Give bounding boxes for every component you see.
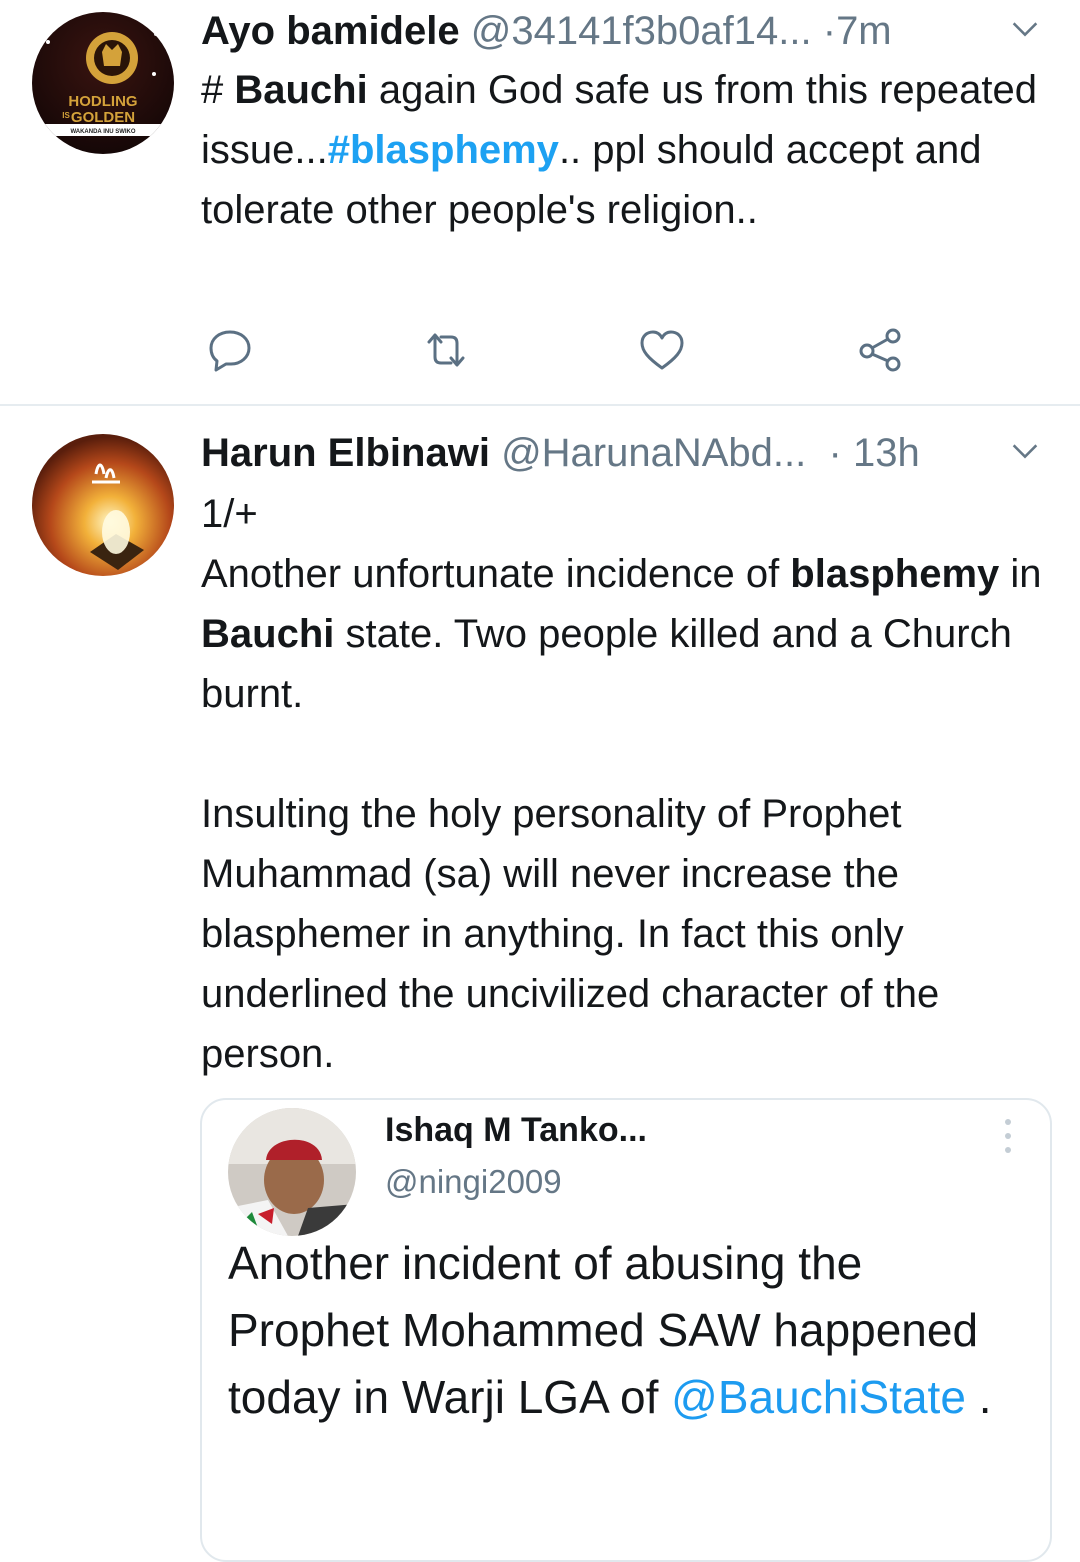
quoted-text-part: . bbox=[965, 1371, 992, 1423]
author-handle[interactable]: @34141f3b0af14... bbox=[471, 9, 812, 53]
tweet-text: # Bauchi again God safe us from this rep… bbox=[201, 60, 1050, 240]
timestamp[interactable]: 7m bbox=[836, 9, 892, 53]
reply-icon[interactable] bbox=[204, 324, 256, 376]
avatar[interactable]: HODLING GOLDEN IS WAKANDA INU SWIKO bbox=[32, 12, 174, 154]
tweet-paragraph: Insulting the holy personality of Prophe… bbox=[201, 792, 940, 1076]
share-icon[interactable] bbox=[855, 324, 907, 376]
tweet-paragraph: Another unfortunate incidence of blasphe… bbox=[201, 544, 1050, 724]
chevron-down-icon[interactable] bbox=[1008, 12, 1042, 46]
tweet-header: Harun Elbinawi @HarunaNAbd... · 13h bbox=[201, 430, 1050, 476]
quoted-tweet-text: Another incident of abusing the Prophet … bbox=[228, 1230, 1010, 1431]
author-handle[interactable]: @HarunaNAbd... bbox=[501, 431, 806, 475]
timestamp[interactable]: 13h bbox=[853, 431, 920, 475]
retweet-icon[interactable] bbox=[420, 324, 472, 376]
hashtag-link[interactable]: #blasphemy bbox=[328, 128, 559, 172]
separator-dot: · bbox=[822, 9, 837, 53]
tweet-text-part: Another unfortunate incidence of bbox=[201, 552, 791, 596]
like-icon[interactable] bbox=[636, 324, 688, 376]
tweet-header: Ayo bamidele @34141f3b0af14... ·7m bbox=[201, 8, 1050, 54]
thread-counter: 1/+ bbox=[201, 492, 258, 536]
avatar-logo-text-3: IS bbox=[62, 111, 70, 120]
more-options-icon[interactable] bbox=[998, 1112, 1018, 1160]
tweet[interactable]: Harun Elbinawi @HarunaNAbd... · 13h 1/+ … bbox=[0, 406, 1080, 1562]
avatar-logo-banner: WAKANDA INU SWIKO bbox=[70, 129, 135, 135]
tweet-actions bbox=[0, 324, 1080, 380]
quoted-author-name[interactable]: Ishaq M Tanko... bbox=[385, 1108, 647, 1152]
author-name[interactable]: Ayo bamidele bbox=[201, 9, 460, 53]
tweet-text-part: # bbox=[201, 68, 235, 112]
chevron-down-icon[interactable] bbox=[1008, 434, 1042, 468]
bold-keyword: Bauchi bbox=[201, 612, 335, 656]
bold-keyword: Bauchi bbox=[234, 68, 368, 112]
quoted-author-handle[interactable]: @ningi2009 bbox=[385, 1160, 562, 1204]
avatar[interactable] bbox=[32, 434, 174, 576]
separator-dot: · bbox=[828, 431, 842, 475]
author-name[interactable]: Harun Elbinawi bbox=[201, 431, 490, 475]
tweet-text: 1/+ Another unfortunate incidence of bla… bbox=[201, 484, 1050, 1084]
quoted-tweet-card[interactable]: Ishaq M Tanko... @ningi2009 Another inci… bbox=[200, 1098, 1052, 1562]
tweet[interactable]: HODLING GOLDEN IS WAKANDA INU SWIKO Ayo … bbox=[0, 0, 1080, 406]
mention-link[interactable]: @BauchiState bbox=[671, 1371, 966, 1423]
bold-keyword: blasphemy bbox=[790, 552, 1000, 596]
quoted-avatar[interactable] bbox=[228, 1108, 356, 1236]
tweet-text-part: in bbox=[999, 552, 1042, 596]
avatar-logo-text-2: GOLDEN bbox=[71, 109, 135, 126]
avatar-logo-text: HODLING bbox=[68, 93, 137, 110]
